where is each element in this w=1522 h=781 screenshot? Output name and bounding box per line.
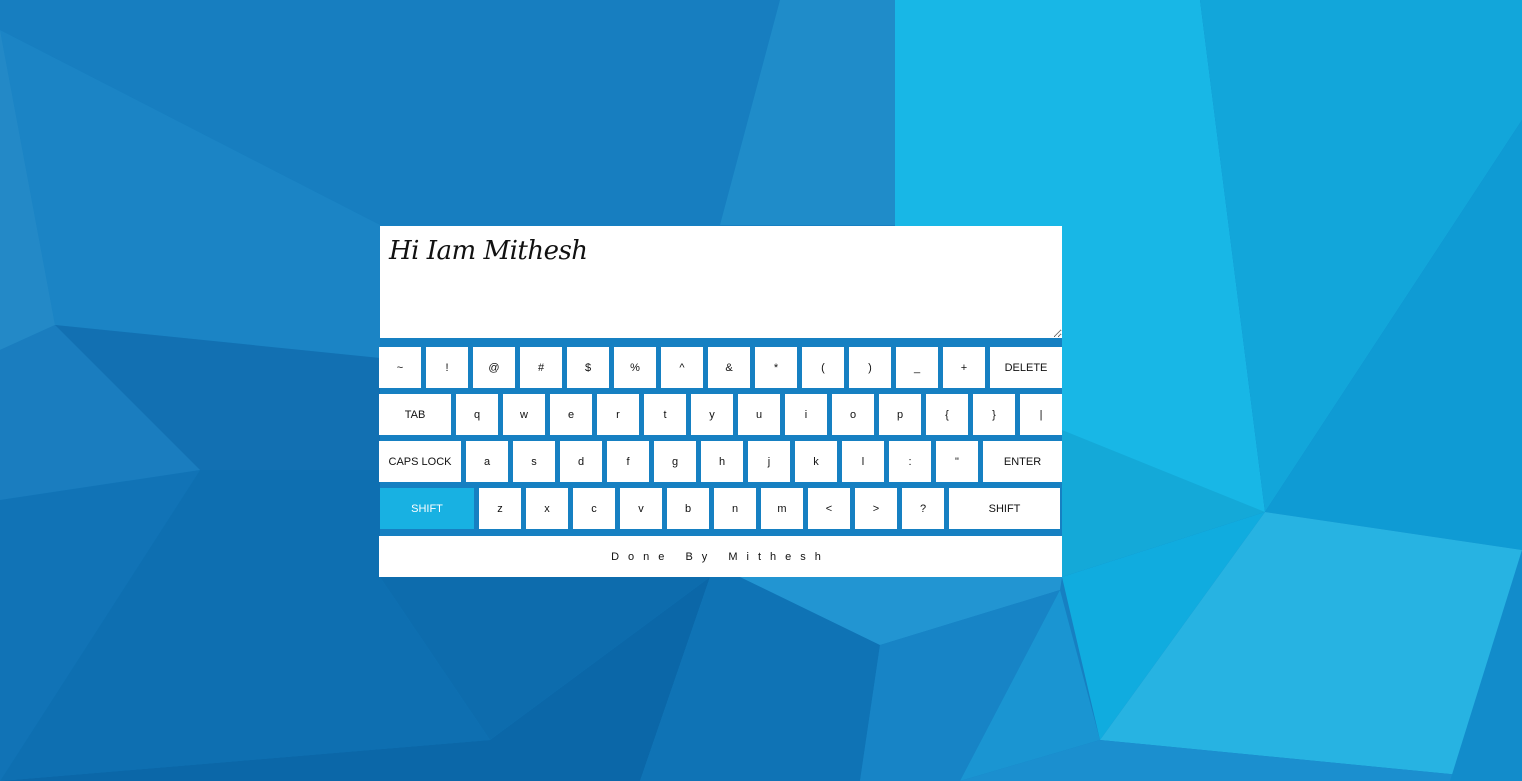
- tab-key[interactable]: TAB: [379, 394, 451, 435]
- background-polygons: [0, 0, 1522, 781]
- key-p[interactable]: p: [879, 394, 921, 435]
- key-symbol-2-10[interactable]: :: [889, 441, 931, 482]
- key-x[interactable]: x: [526, 488, 568, 529]
- key-symbol-0-5[interactable]: %: [614, 347, 656, 388]
- key-r[interactable]: r: [597, 394, 639, 435]
- key-symbol-2-11[interactable]: ": [936, 441, 978, 482]
- key-k[interactable]: k: [795, 441, 837, 482]
- key-v[interactable]: v: [620, 488, 662, 529]
- key-symbol-0-12[interactable]: +: [943, 347, 985, 388]
- key-t[interactable]: t: [644, 394, 686, 435]
- key-n[interactable]: n: [714, 488, 756, 529]
- key-d[interactable]: d: [560, 441, 602, 482]
- key-symbol-0-10[interactable]: ): [849, 347, 891, 388]
- key-s[interactable]: s: [513, 441, 555, 482]
- key-e[interactable]: e: [550, 394, 592, 435]
- key-f[interactable]: f: [607, 441, 649, 482]
- key-symbol-0-3[interactable]: #: [520, 347, 562, 388]
- key-symbol-0-4[interactable]: $: [567, 347, 609, 388]
- shift-key-left[interactable]: SHIFT: [380, 488, 474, 529]
- key-symbol-0-0[interactable]: ~: [379, 347, 421, 388]
- key-j[interactable]: j: [748, 441, 790, 482]
- key-symbol-0-6[interactable]: ^: [661, 347, 703, 388]
- key-symbol-0-2[interactable]: @: [473, 347, 515, 388]
- delete-key[interactable]: DELETE: [990, 347, 1062, 388]
- key-symbol-0-8[interactable]: *: [755, 347, 797, 388]
- key-symbol-1-11[interactable]: {: [926, 394, 968, 435]
- key-symbol-1-12[interactable]: }: [973, 394, 1015, 435]
- key-symbol-1-13[interactable]: |: [1020, 394, 1062, 435]
- key-symbol-3-10[interactable]: ?: [902, 488, 944, 529]
- credit-footer: Done By Mithesh: [379, 536, 1062, 577]
- enter-key[interactable]: ENTER: [983, 441, 1062, 482]
- key-c[interactable]: c: [573, 488, 615, 529]
- key-l[interactable]: l: [842, 441, 884, 482]
- key-w[interactable]: w: [503, 394, 545, 435]
- key-b[interactable]: b: [667, 488, 709, 529]
- key-q[interactable]: q: [456, 394, 498, 435]
- key-i[interactable]: i: [785, 394, 827, 435]
- shift-key-right[interactable]: SHIFT: [949, 488, 1060, 529]
- key-z[interactable]: z: [479, 488, 521, 529]
- key-o[interactable]: o: [832, 394, 874, 435]
- key-symbol-0-7[interactable]: &: [708, 347, 750, 388]
- caps-lock-key[interactable]: CAPS LOCK: [379, 441, 461, 482]
- key-u[interactable]: u: [738, 394, 780, 435]
- key-symbol-3-8[interactable]: <: [808, 488, 850, 529]
- key-a[interactable]: a: [466, 441, 508, 482]
- key-symbol-0-1[interactable]: !: [426, 347, 468, 388]
- key-symbol-3-9[interactable]: >: [855, 488, 897, 529]
- text-input-area[interactable]: [380, 226, 1062, 338]
- key-h[interactable]: h: [701, 441, 743, 482]
- key-symbol-0-9[interactable]: (: [802, 347, 844, 388]
- key-y[interactable]: y: [691, 394, 733, 435]
- key-m[interactable]: m: [761, 488, 803, 529]
- key-symbol-0-11[interactable]: _: [896, 347, 938, 388]
- key-g[interactable]: g: [654, 441, 696, 482]
